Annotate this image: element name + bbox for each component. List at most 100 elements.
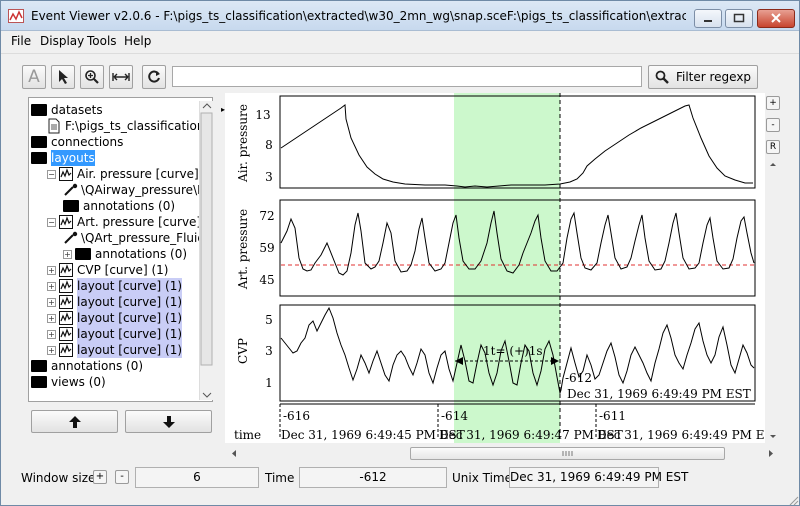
tree-item[interactable]: \QArt_pressure_Fluid_ (63, 230, 211, 246)
expand-icon[interactable]: + (47, 297, 56, 307)
tree-item-label: annotations (0) (51, 359, 144, 373)
tree-scrollbar[interactable] (199, 101, 213, 400)
window-title: Event Viewer v2.0.6 - F:\pigs_ts_classif… (31, 9, 686, 23)
hscroll-thumb[interactable] (410, 447, 725, 460)
filter-input[interactable] (172, 66, 642, 87)
tree-item[interactable]: datasets (31, 102, 103, 118)
zoom-tool-button[interactable] (80, 65, 104, 89)
time-tick-offset: -614 (441, 409, 468, 423)
expand-icon[interactable]: + (47, 313, 56, 323)
tree-item[interactable]: annotations (0) (63, 198, 175, 214)
move-up-button[interactable] (31, 410, 118, 433)
plot-canvas[interactable]: Air. pressure 13 8 3 Art. pressure 72 59… (225, 93, 765, 443)
title-bar[interactable]: Event Viewer v2.0.6 - F:\pigs_ts_classif… (1, 1, 799, 31)
tree-item-label: annotations (0) (83, 199, 176, 213)
folder-icon (31, 360, 47, 372)
selection-highlight (454, 93, 560, 443)
maximize-button[interactable] (725, 9, 753, 28)
resize-grip-icon[interactable] (787, 494, 799, 506)
tree-item[interactable]: F:\pigs_ts_classification\extr (47, 118, 212, 134)
tree-item-label: layout [curve] (1) (77, 342, 183, 358)
curve-icon (59, 279, 73, 293)
brush-icon (64, 183, 78, 196)
plot-scrollbar-arrows (770, 163, 776, 438)
art-tick: 72 (259, 209, 274, 223)
close-icon (771, 13, 781, 23)
grip-icon (562, 451, 573, 456)
expand-icon[interactable]: + (47, 329, 56, 339)
tree-item[interactable]: − Art. pressure [curve] (1) (47, 214, 213, 230)
move-down-button[interactable] (125, 410, 212, 433)
zoom-in-icon (85, 70, 99, 84)
unix-time-field[interactable]: Dec 31, 1969 6:49:49 PM EST (509, 467, 688, 488)
time-field[interactable]: -612 (299, 467, 447, 488)
art-tick: 45 (259, 273, 274, 287)
tree-item-label: \QAirway_pressure\E (81, 183, 205, 197)
reset-button[interactable]: R (766, 140, 780, 154)
tree-item[interactable]: + layout [curve] (1) (47, 342, 183, 358)
filter-regexp-label: Filter regexp (675, 70, 752, 84)
expand-icon[interactable]: + (47, 265, 56, 275)
cursor-arrow-icon (59, 70, 68, 84)
time-tick-date: Dec 31, 1969 6:49:49 PM EST (597, 428, 765, 442)
zoom-out-button[interactable]: - (766, 118, 780, 132)
collapse-icon[interactable]: − (47, 169, 56, 179)
tree-item[interactable]: + annotations (0) (63, 246, 187, 262)
air-tick: 3 (265, 170, 273, 184)
toolbar: A Filter regexp (1, 53, 799, 93)
window-size-increase-button[interactable]: + (93, 470, 107, 484)
curve-icon (59, 343, 73, 357)
collapse-icon[interactable]: − (47, 217, 56, 227)
tree-item[interactable]: + layout [curve] (1) (47, 294, 183, 310)
layout-tree[interactable]: datasets F:\pigs_ts_classification\extrco… (28, 97, 213, 402)
curve-icon (59, 295, 73, 309)
time-label: Time : (265, 471, 303, 485)
tree-item-label: Art. pressure [curve] (1) (77, 215, 213, 229)
tree-item-label: layout [curve] (1) (77, 278, 183, 294)
tree-item[interactable]: + layout [curve] (1) (47, 326, 183, 342)
arrow-up-icon (68, 415, 81, 428)
time-tick-offset: -616 (283, 409, 310, 423)
menu-help[interactable]: Help (124, 34, 151, 48)
expand-icon[interactable]: + (47, 345, 56, 355)
zoom-in-button[interactable]: + (766, 96, 780, 110)
curve-icon (59, 215, 73, 229)
minimize-icon (704, 20, 712, 22)
tree-item-label: Air. pressure [curve] (1) (77, 167, 213, 181)
refresh-button[interactable] (142, 65, 166, 89)
plot-horizontal-scrollbar[interactable] (225, 445, 781, 462)
tree-item[interactable]: + CVP [curve] (1) (47, 262, 168, 278)
brush-icon (64, 231, 78, 244)
cvp-axis-label: CVP (236, 338, 250, 364)
tree-item[interactable]: + layout [curve] (1) (47, 278, 183, 294)
tree-item[interactable]: \QAirway_pressure\E (63, 182, 205, 198)
art-tick: 59 (259, 241, 274, 255)
close-button[interactable] (757, 9, 795, 28)
select-tool-button[interactable] (51, 65, 75, 89)
menu-file[interactable]: File (11, 34, 31, 48)
main-window: Event Viewer v2.0.6 - F:\pigs_ts_classif… (0, 0, 800, 506)
filter-regexp-button[interactable]: Filter regexp (648, 65, 758, 89)
cvp-tick: 3 (265, 344, 273, 358)
tree-item[interactable]: annotations (0) (31, 358, 143, 374)
expand-icon[interactable]: + (47, 281, 56, 291)
folder-icon (31, 104, 47, 116)
expand-icon[interactable]: + (63, 249, 72, 259)
minimize-button[interactable] (694, 9, 722, 28)
horizontal-resize-icon (112, 73, 130, 81)
text-tool-button[interactable]: A (22, 65, 46, 89)
plot-vertical-scrollbar[interactable] (765, 159, 781, 443)
tree-item[interactable]: layouts (31, 150, 95, 166)
pan-tool-button[interactable] (109, 65, 133, 89)
air-pressure-axis-label: Air. pressure (236, 104, 250, 183)
tree-item[interactable]: + layout [curve] (1) (47, 310, 183, 326)
curve-icon (59, 311, 73, 325)
tree-item[interactable]: views (0) (31, 374, 106, 390)
menu-display[interactable]: Display (40, 34, 84, 48)
tree-item[interactable]: − Air. pressure [curve] (1) (47, 166, 213, 182)
tree-item[interactable]: connections (31, 134, 123, 150)
time-axis-label: time (234, 428, 261, 442)
window-size-decrease-button[interactable]: - (115, 470, 129, 484)
menu-tools[interactable]: Tools (87, 34, 117, 48)
window-size-field[interactable]: 6 (135, 467, 259, 488)
